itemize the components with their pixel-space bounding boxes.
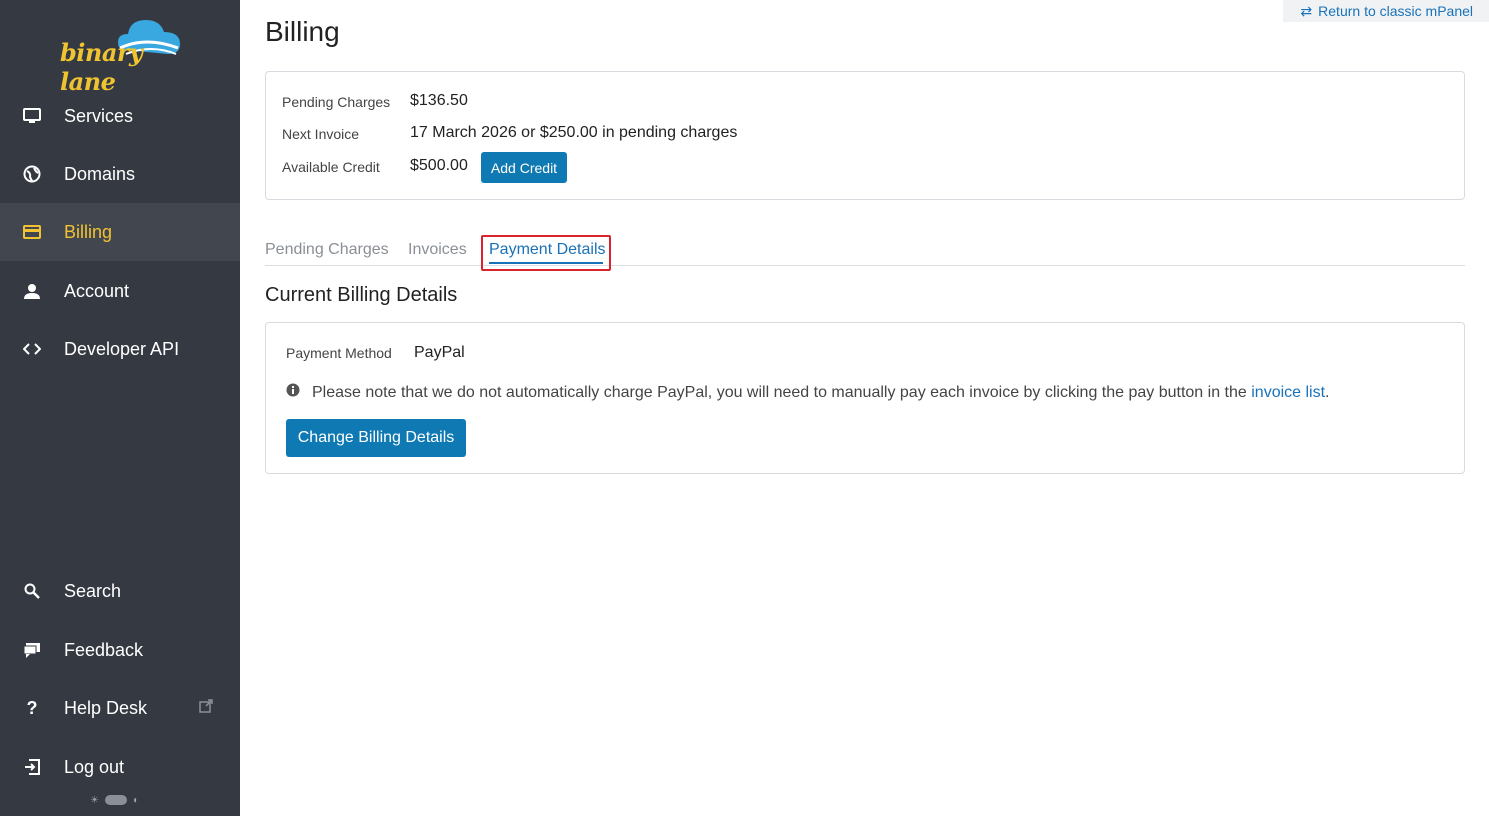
sidebar-item-log-out[interactable]: Log out xyxy=(0,738,240,796)
theme-toggle-track[interactable] xyxy=(104,795,127,805)
add-credit-button[interactable]: Add Credit xyxy=(481,152,567,183)
sun-icon: ☀ xyxy=(90,794,99,806)
sidebar-item-feedback[interactable]: Feedback xyxy=(0,621,240,679)
question-icon: ? xyxy=(26,697,38,718)
sidebar-item-developer-api[interactable]: Developer API xyxy=(0,320,240,378)
sidebar-item-label: Services xyxy=(64,105,134,126)
invoice-list-link[interactable]: invoice list xyxy=(1251,384,1325,401)
available-credit-value: $500.00 xyxy=(410,157,468,174)
sidebar-item-label: Help Desk xyxy=(64,697,148,718)
section-title: Current Billing Details xyxy=(265,284,458,306)
sidebar-item-domains[interactable]: Domains xyxy=(0,145,240,203)
monitor-icon xyxy=(22,106,42,126)
swap-arrows-icon: ⇄ xyxy=(1300,2,1313,19)
search-icon xyxy=(22,581,42,601)
pending-charges-value: $136.50 xyxy=(410,92,468,109)
logout-icon xyxy=(22,757,42,777)
chat-icon xyxy=(22,640,42,660)
tab-invoices[interactable]: Invoices xyxy=(408,241,467,259)
pending-charges-label: Pending Charges xyxy=(282,94,391,110)
contrast-icon: ◐ xyxy=(132,794,140,806)
sidebar-item-account[interactable]: Account xyxy=(0,262,240,320)
sidebar-item-label: Developer API xyxy=(64,338,180,359)
payment-method-label: Payment Method xyxy=(286,345,392,361)
billing-tabs: Pending Charges Invoices Payment Details xyxy=(265,235,1465,271)
return-classic-label: Return to classic mPanel xyxy=(1318,3,1473,19)
tab-highlight-box xyxy=(481,235,611,271)
sidebar-item-label: Domains xyxy=(64,163,136,184)
credit-card-icon xyxy=(22,222,42,242)
sidebar-item-services[interactable]: Services xyxy=(0,87,240,145)
external-link-icon xyxy=(199,698,213,718)
sidebar-item-label: Search xyxy=(64,580,122,601)
sidebar-item-label: Log out xyxy=(64,756,125,777)
note-end: . xyxy=(1325,383,1330,401)
main-content: ⇄ Return to classic mPanel Billing Pendi… xyxy=(240,0,1489,816)
theme-toggle[interactable]: ☀ ◐ xyxy=(90,792,150,808)
change-billing-details-button[interactable]: Change Billing Details xyxy=(286,419,466,457)
available-credit-label: Available Credit xyxy=(282,159,380,175)
sidebar-item-label: Account xyxy=(64,280,130,301)
sidebar-item-help-desk[interactable]: ? Help Desk xyxy=(0,679,240,737)
paypal-note: Please note that we do not automatically… xyxy=(286,383,1330,402)
logo[interactable]: binary lane xyxy=(56,10,186,96)
billing-details-card: Payment Method PayPal Please note that w… xyxy=(265,322,1465,474)
return-classic-link[interactable]: ⇄ Return to classic mPanel xyxy=(1283,0,1489,22)
info-icon xyxy=(286,383,300,402)
payment-method-value: PayPal xyxy=(414,344,465,361)
note-text: Please note that we do not automatically… xyxy=(312,383,1247,401)
tab-pending-charges[interactable]: Pending Charges xyxy=(265,241,389,259)
sidebar-item-label: Feedback xyxy=(64,639,144,660)
sidebar-item-billing[interactable]: Billing xyxy=(0,203,240,261)
globe-icon xyxy=(22,164,42,184)
sidebar: binary lane Services Domains Billing Acc… xyxy=(0,0,240,816)
next-invoice-value: 17 March 2026 or $250.00 in pending char… xyxy=(410,124,738,141)
user-icon xyxy=(22,281,42,301)
sidebar-item-search[interactable]: Search xyxy=(0,562,240,620)
billing-summary-card: Pending Charges $136.50 Next Invoice 17 … xyxy=(265,71,1465,200)
next-invoice-label: Next Invoice xyxy=(282,126,360,142)
code-icon xyxy=(22,339,42,359)
page-title: Billing xyxy=(265,16,340,47)
sidebar-item-label: Billing xyxy=(64,221,113,242)
